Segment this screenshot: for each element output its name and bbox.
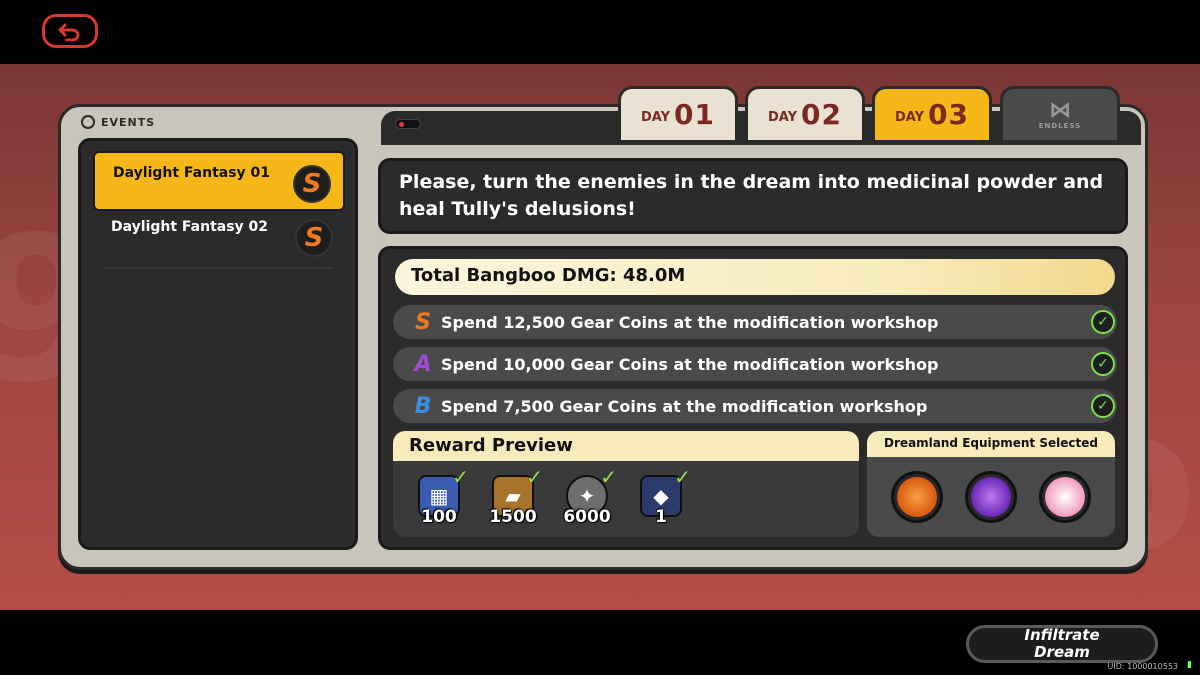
reward-item[interactable]: ✦ ✓ 6000 xyxy=(559,465,617,531)
tab-day-03[interactable]: DAY 03 xyxy=(872,86,992,140)
tab-day-02[interactable]: DAY 02 xyxy=(745,86,865,140)
tab-number: 02 xyxy=(801,98,842,131)
infiltrate-dream-button[interactable]: Infiltrate Dream xyxy=(966,625,1158,663)
tab-day-01[interactable]: DAY 01 xyxy=(618,86,738,140)
reward-quantity: 100 xyxy=(421,507,457,527)
reward-preview-title: Reward Preview xyxy=(393,431,859,461)
stage-item-daylight-fantasy-01[interactable]: Daylight Fantasy 01 S xyxy=(93,151,345,211)
reward-item[interactable]: ▰ ✓ 1500 xyxy=(485,465,543,531)
condition-text: Spend 10,000 Gear Coins at the modificat… xyxy=(441,354,939,374)
check-icon: ✓ xyxy=(600,465,617,489)
description-text: Please, turn the enemies in the dream in… xyxy=(399,171,1104,220)
equipment-pink-icon[interactable] xyxy=(1039,471,1091,523)
stage-label: Daylight Fantasy 02 xyxy=(111,219,269,235)
stage-item-daylight-fantasy-02[interactable]: Daylight Fantasy 02 S xyxy=(93,207,345,267)
equipment-title: Dreamland Equipment Selected xyxy=(867,431,1115,457)
back-button[interactable] xyxy=(42,14,98,48)
rank-s-icon: S xyxy=(295,219,333,257)
rank-s-icon: S xyxy=(415,309,431,335)
mission-panel: Total Bangboo DMG: 48.0M S Spend 12,500 … xyxy=(378,246,1128,550)
condition-row-b: B Spend 7,500 Gear Coins at the modifica… xyxy=(393,389,1117,423)
stage-label: Daylight Fantasy 01 xyxy=(113,165,271,181)
uid-label: UID: 1000010553 xyxy=(1107,662,1178,671)
dreamland-equipment: Dreamland Equipment Selected xyxy=(867,431,1115,537)
check-icon: ✓ xyxy=(1091,352,1115,376)
equipment-purple-icon[interactable] xyxy=(965,471,1017,523)
condition-text: Spend 12,500 Gear Coins at the modificat… xyxy=(441,312,939,332)
stage-list: Daylight Fantasy 01 S Daylight Fantasy 0… xyxy=(78,138,358,550)
divider xyxy=(103,267,333,269)
signal-icon: ▮ xyxy=(1187,660,1192,670)
check-icon: ✓ xyxy=(452,465,469,489)
check-icon: ✓ xyxy=(526,465,543,489)
check-icon: ✓ xyxy=(1091,394,1115,418)
tab-number: 01 xyxy=(674,98,715,131)
infiltrate-dream-label: Infiltrate Dream xyxy=(1024,626,1100,661)
event-icon xyxy=(81,115,95,129)
condition-row-s: S Spend 12,500 Gear Coins at the modific… xyxy=(393,305,1117,339)
tab-prefix: DAY xyxy=(641,110,671,125)
rank-s-icon: S xyxy=(293,165,331,203)
tab-prefix: DAY xyxy=(895,110,925,125)
check-icon: ✓ xyxy=(674,465,691,489)
reward-quantity: 6000 xyxy=(563,507,611,527)
tab-endless-label: ENDLESS xyxy=(1038,121,1082,130)
total-damage-bar: Total Bangboo DMG: 48.0M xyxy=(395,259,1115,295)
back-arrow-icon xyxy=(58,23,80,41)
reward-quantity: 1500 xyxy=(489,507,537,527)
equipment-orange-icon[interactable] xyxy=(891,471,943,523)
frame-title: EVENTS xyxy=(81,115,155,129)
mission-description: Please, turn the enemies in the dream in… xyxy=(378,158,1128,234)
frame-title-label: EVENTS xyxy=(101,115,156,129)
reward-item[interactable]: ◆ ✓ 1 xyxy=(633,465,691,531)
tab-endless[interactable]: ⋈ ENDLESS xyxy=(1000,86,1120,140)
rank-b-icon: B xyxy=(414,393,432,419)
rank-a-icon: A xyxy=(414,351,432,377)
reward-preview: Reward Preview ▦ ✓ 100 ▰ ✓ 1500 ✦ ✓ 6000… xyxy=(393,431,859,537)
tab-prefix: DAY xyxy=(768,110,798,125)
condition-row-a: A Spend 10,000 Gear Coins at the modific… xyxy=(393,347,1117,381)
indicator-light xyxy=(395,119,421,129)
endless-icon: ⋈ xyxy=(1049,97,1071,123)
total-damage-text: Total Bangboo DMG: 48.0M xyxy=(411,265,686,286)
top-bar xyxy=(0,0,1200,64)
condition-text: Spend 7,500 Gear Coins at the modificati… xyxy=(441,396,928,416)
reward-item[interactable]: ▦ ✓ 100 xyxy=(411,465,469,531)
reward-quantity: 1 xyxy=(655,507,667,527)
tab-number: 03 xyxy=(928,98,969,131)
check-icon: ✓ xyxy=(1091,310,1115,334)
